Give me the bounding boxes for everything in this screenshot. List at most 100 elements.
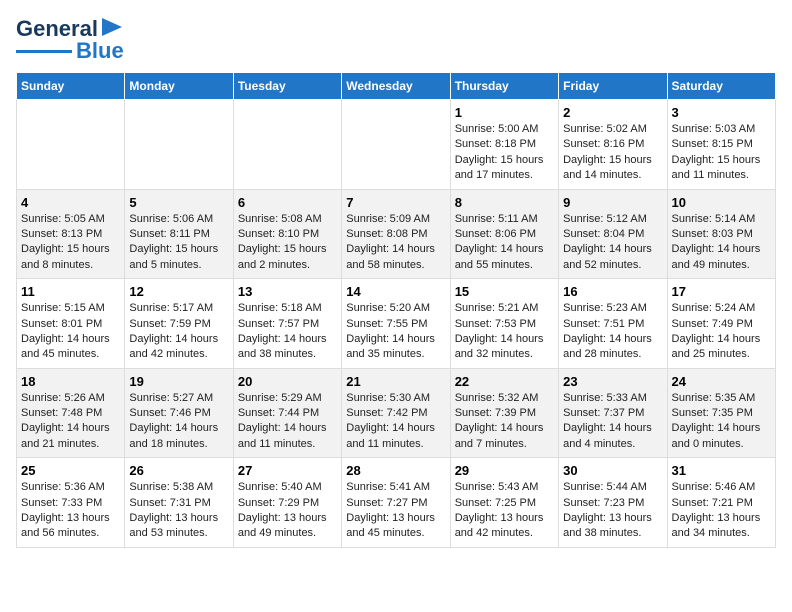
day-info: Sunrise: 5:29 AM Sunset: 7:44 PM Dayligh…	[238, 391, 337, 453]
day-info: Sunrise: 5:06 AM Sunset: 8:11 PM Dayligh…	[129, 212, 228, 274]
day-number: 31	[672, 463, 771, 478]
calendar-day-27: 27 Sunrise: 5:40 AM Sunset: 7:29 PM Dayli…	[233, 458, 341, 548]
calendar-day-23: 23 Sunrise: 5:33 AM Sunset: 7:37 PM Dayli…	[559, 368, 667, 458]
day-info: Sunrise: 5:02 AM Sunset: 8:16 PM Dayligh…	[563, 122, 662, 184]
calendar-header-monday: Monday	[125, 73, 233, 100]
calendar-header-row: SundayMondayTuesdayWednesdayThursdayFrid…	[17, 73, 776, 100]
calendar-header-wednesday: Wednesday	[342, 73, 450, 100]
day-number: 8	[455, 195, 554, 210]
calendar-header-sunday: Sunday	[17, 73, 125, 100]
logo: General Blue	[16, 16, 124, 64]
day-number: 10	[672, 195, 771, 210]
calendar-day-26: 26 Sunrise: 5:38 AM Sunset: 7:31 PM Dayli…	[125, 458, 233, 548]
calendar-day-20: 20 Sunrise: 5:29 AM Sunset: 7:44 PM Dayli…	[233, 368, 341, 458]
day-number: 26	[129, 463, 228, 478]
day-number: 19	[129, 374, 228, 389]
calendar-day-8: 8 Sunrise: 5:11 AM Sunset: 8:06 PM Daylig…	[450, 189, 558, 279]
calendar-day-28: 28Sunrise: 5:41 AM Sunset: 7:27 PM Dayli…	[342, 458, 450, 548]
day-number: 15	[455, 284, 554, 299]
day-info: Sunrise: 5:20 AM Sunset: 7:55 PM Dayligh…	[346, 301, 445, 363]
day-number: 22	[455, 374, 554, 389]
calendar-day-25: 25Sunrise: 5:36 AM Sunset: 7:33 PM Dayli…	[17, 458, 125, 548]
calendar-day-24: 24 Sunrise: 5:35 AM Sunset: 7:35 PM Dayli…	[667, 368, 775, 458]
day-info: Sunrise: 5:35 AM Sunset: 7:35 PM Dayligh…	[672, 391, 771, 453]
calendar-day-16: 16 Sunrise: 5:23 AM Sunset: 7:51 PM Dayli…	[559, 279, 667, 369]
calendar-day-30: 30Sunrise: 5:44 AM Sunset: 7:23 PM Dayli…	[559, 458, 667, 548]
day-number: 24	[672, 374, 771, 389]
calendar-day-13: 13 Sunrise: 5:18 AM Sunset: 7:57 PM Dayli…	[233, 279, 341, 369]
calendar-week-row: 18 Sunrise: 5:26 AM Sunset: 7:48 PM Dayli…	[17, 368, 776, 458]
day-number: 11	[21, 284, 120, 299]
day-number: 29	[455, 463, 554, 478]
calendar-week-row: 11 Sunrise: 5:15 AM Sunset: 8:01 PM Dayli…	[17, 279, 776, 369]
day-info: Sunrise: 5:46 AM Sunset: 7:21 PM Dayligh…	[672, 480, 771, 542]
day-info: Sunrise: 5:27 AM Sunset: 7:46 PM Dayligh…	[129, 391, 228, 453]
day-number: 20	[238, 374, 337, 389]
calendar-day-11: 11 Sunrise: 5:15 AM Sunset: 8:01 PM Dayli…	[17, 279, 125, 369]
day-info: Sunrise: 5:32 AM Sunset: 7:39 PM Dayligh…	[455, 391, 554, 453]
day-info: Sunrise: 5:08 AM Sunset: 8:10 PM Dayligh…	[238, 212, 337, 274]
calendar-week-row: 1Sunrise: 5:00 AM Sunset: 8:18 PM Daylig…	[17, 100, 776, 190]
calendar-header-friday: Friday	[559, 73, 667, 100]
calendar-day-7: 7Sunrise: 5:09 AM Sunset: 8:08 PM Daylig…	[342, 189, 450, 279]
logo-blue: Blue	[76, 38, 124, 64]
calendar-header-saturday: Saturday	[667, 73, 775, 100]
day-number: 6	[238, 195, 337, 210]
calendar-day-14: 14 Sunrise: 5:20 AM Sunset: 7:55 PM Dayli…	[342, 279, 450, 369]
day-info: Sunrise: 5:15 AM Sunset: 8:01 PM Dayligh…	[21, 301, 120, 363]
day-number: 17	[672, 284, 771, 299]
calendar-day-29: 29 Sunrise: 5:43 AM Sunset: 7:25 PM Dayli…	[450, 458, 558, 548]
calendar-day-5: 5 Sunrise: 5:06 AM Sunset: 8:11 PM Daylig…	[125, 189, 233, 279]
calendar-week-row: 4 Sunrise: 5:05 AM Sunset: 8:13 PM Daylig…	[17, 189, 776, 279]
day-info: Sunrise: 5:12 AM Sunset: 8:04 PM Dayligh…	[563, 212, 662, 274]
calendar-day-12: 12 Sunrise: 5:17 AM Sunset: 7:59 PM Dayli…	[125, 279, 233, 369]
day-info: Sunrise: 5:24 AM Sunset: 7:49 PM Dayligh…	[672, 301, 771, 363]
day-number: 23	[563, 374, 662, 389]
day-info: Sunrise: 5:44 AM Sunset: 7:23 PM Dayligh…	[563, 480, 662, 542]
day-info: Sunrise: 5:26 AM Sunset: 7:48 PM Dayligh…	[21, 391, 120, 453]
day-info: Sunrise: 5:38 AM Sunset: 7:31 PM Dayligh…	[129, 480, 228, 542]
calendar-day-2: 2 Sunrise: 5:02 AM Sunset: 8:16 PM Daylig…	[559, 100, 667, 190]
day-info: Sunrise: 5:11 AM Sunset: 8:06 PM Dayligh…	[455, 212, 554, 274]
calendar-day-17: 17 Sunrise: 5:24 AM Sunset: 7:49 PM Dayli…	[667, 279, 775, 369]
calendar-empty-cell	[125, 100, 233, 190]
day-number: 21	[346, 374, 445, 389]
day-number: 2	[563, 105, 662, 120]
calendar-week-row: 25Sunrise: 5:36 AM Sunset: 7:33 PM Dayli…	[17, 458, 776, 548]
day-number: 27	[238, 463, 337, 478]
calendar-day-19: 19 Sunrise: 5:27 AM Sunset: 7:46 PM Dayli…	[125, 368, 233, 458]
day-info: Sunrise: 5:18 AM Sunset: 7:57 PM Dayligh…	[238, 301, 337, 363]
day-number: 14	[346, 284, 445, 299]
day-info: Sunrise: 5:43 AM Sunset: 7:25 PM Dayligh…	[455, 480, 554, 542]
calendar-day-15: 15 Sunrise: 5:21 AM Sunset: 7:53 PM Dayli…	[450, 279, 558, 369]
calendar-header-thursday: Thursday	[450, 73, 558, 100]
day-info: Sunrise: 5:17 AM Sunset: 7:59 PM Dayligh…	[129, 301, 228, 363]
page-header: General Blue	[16, 16, 776, 64]
day-number: 3	[672, 105, 771, 120]
day-info: Sunrise: 5:14 AM Sunset: 8:03 PM Dayligh…	[672, 212, 771, 274]
calendar-day-3: 3 Sunrise: 5:03 AM Sunset: 8:15 PM Daylig…	[667, 100, 775, 190]
calendar-empty-cell	[342, 100, 450, 190]
day-number: 12	[129, 284, 228, 299]
day-info: Sunrise: 5:05 AM Sunset: 8:13 PM Dayligh…	[21, 212, 120, 274]
day-info: Sunrise: 5:40 AM Sunset: 7:29 PM Dayligh…	[238, 480, 337, 542]
calendar-empty-cell	[233, 100, 341, 190]
calendar-day-18: 18 Sunrise: 5:26 AM Sunset: 7:48 PM Dayli…	[17, 368, 125, 458]
day-info: Sunrise: 5:30 AM Sunset: 7:42 PM Dayligh…	[346, 391, 445, 453]
day-info: Sunrise: 5:00 AM Sunset: 8:18 PM Dayligh…	[455, 122, 554, 184]
calendar-table: SundayMondayTuesdayWednesdayThursdayFrid…	[16, 72, 776, 548]
day-info: Sunrise: 5:36 AM Sunset: 7:33 PM Dayligh…	[21, 480, 120, 542]
calendar-day-6: 6 Sunrise: 5:08 AM Sunset: 8:10 PM Daylig…	[233, 189, 341, 279]
day-number: 16	[563, 284, 662, 299]
day-info: Sunrise: 5:33 AM Sunset: 7:37 PM Dayligh…	[563, 391, 662, 453]
day-number: 9	[563, 195, 662, 210]
day-number: 28	[346, 463, 445, 478]
day-number: 5	[129, 195, 228, 210]
day-info: Sunrise: 5:21 AM Sunset: 7:53 PM Dayligh…	[455, 301, 554, 363]
day-info: Sunrise: 5:03 AM Sunset: 8:15 PM Dayligh…	[672, 122, 771, 184]
day-info: Sunrise: 5:23 AM Sunset: 7:51 PM Dayligh…	[563, 301, 662, 363]
calendar-day-1: 1Sunrise: 5:00 AM Sunset: 8:18 PM Daylig…	[450, 100, 558, 190]
day-number: 18	[21, 374, 120, 389]
day-number: 4	[21, 195, 120, 210]
day-number: 13	[238, 284, 337, 299]
